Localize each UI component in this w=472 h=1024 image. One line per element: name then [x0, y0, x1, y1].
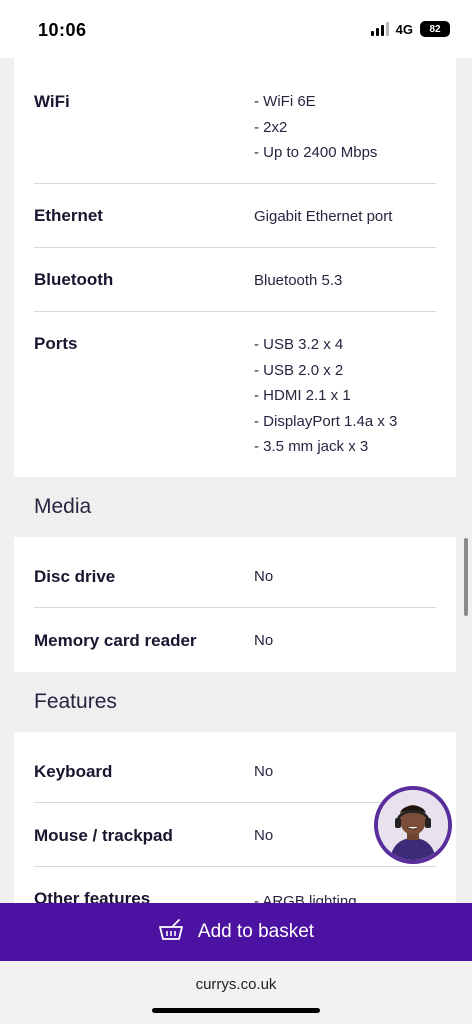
spec-row-keyboard: Keyboard No: [34, 732, 436, 803]
spec-value: DisplayPort 1.4a x 3: [254, 409, 397, 435]
spec-value-list: ARGB lighting: [254, 889, 356, 903]
spec-value: WiFi 6E: [254, 89, 377, 115]
add-to-basket-button[interactable]: Add to basket: [0, 903, 472, 961]
spec-row-ethernet: Ethernet Gigabit Ethernet port: [34, 184, 436, 248]
spec-value: No: [254, 763, 274, 780]
spec-value-list: USB 3.2 x 4 USB 2.0 x 2 HDMI 2.1 x 1 Dis…: [254, 332, 397, 460]
spec-value-list: WiFi 6E 2x2 Up to 2400 Mbps: [254, 89, 377, 166]
spec-label: WiFi: [34, 92, 70, 111]
spec-value: No: [254, 568, 274, 585]
spec-value: 3.5 mm jack x 3: [254, 434, 397, 460]
basket-icon: [158, 918, 184, 946]
spec-label: Mouse / trackpad: [34, 826, 173, 845]
page-scrollbar[interactable]: [464, 538, 468, 616]
status-bar: 10:06 4G 82: [0, 0, 472, 58]
spec-value: HDMI 2.1 x 1: [254, 383, 397, 409]
spec-value: Up to 2400 Mbps: [254, 140, 377, 166]
agent-photo: [378, 790, 448, 860]
specifications-panel: WiFi WiFi 6E 2x2 Up to 2400 Mbps Etherne…: [14, 58, 456, 903]
spec-value: No: [254, 827, 274, 844]
spec-value: ARGB lighting: [254, 889, 356, 903]
spec-label: Bluetooth: [34, 270, 114, 289]
spec-value: Gigabit Ethernet port: [254, 208, 393, 225]
spec-row-memory-card-reader: Memory card reader No: [34, 608, 436, 672]
support-agent-avatar[interactable]: [374, 786, 452, 864]
spec-label: Keyboard: [34, 762, 113, 781]
spec-value: Bluetooth 5.3: [254, 272, 343, 289]
spec-row-bluetooth: Bluetooth Bluetooth 5.3: [34, 248, 436, 312]
section-title: Features: [34, 690, 117, 713]
spec-label: Memory card reader: [34, 631, 197, 650]
add-to-basket-label: Add to basket: [197, 921, 315, 942]
signal-icon: [370, 22, 389, 36]
network-type: 4G: [395, 21, 413, 37]
spec-row-ports: Ports USB 3.2 x 4 USB 2.0 x 2 HDMI 2.1 x…: [34, 312, 436, 477]
spec-label: Ethernet: [34, 206, 103, 225]
spec-row-disc-drive: Disc drive No: [34, 537, 436, 608]
section-header-features: Features: [14, 672, 456, 732]
browser-address-bar[interactable]: currys.co.uk: [0, 961, 472, 1024]
spec-value: USB 2.0 x 2: [254, 358, 397, 384]
spec-row-wifi: WiFi WiFi 6E 2x2 Up to 2400 Mbps: [34, 58, 436, 184]
spec-row-other-features: Other features ARGB lighting: [34, 867, 436, 903]
spec-value: No: [254, 632, 274, 649]
spec-label: Other features: [34, 889, 151, 903]
section-header-media: Media: [14, 477, 456, 537]
section-title: Media: [34, 495, 92, 518]
url-text[interactable]: currys.co.uk: [0, 976, 472, 993]
spec-label: Ports: [34, 334, 78, 353]
battery-icon: 82: [420, 21, 450, 37]
spec-value: 2x2: [254, 115, 377, 141]
home-indicator[interactable]: [152, 1008, 320, 1013]
spec-value: USB 3.2 x 4: [254, 332, 397, 358]
spec-label: Disc drive: [34, 567, 116, 586]
status-time: 10:06: [38, 20, 87, 40]
status-indicators: 4G 82: [370, 21, 450, 37]
